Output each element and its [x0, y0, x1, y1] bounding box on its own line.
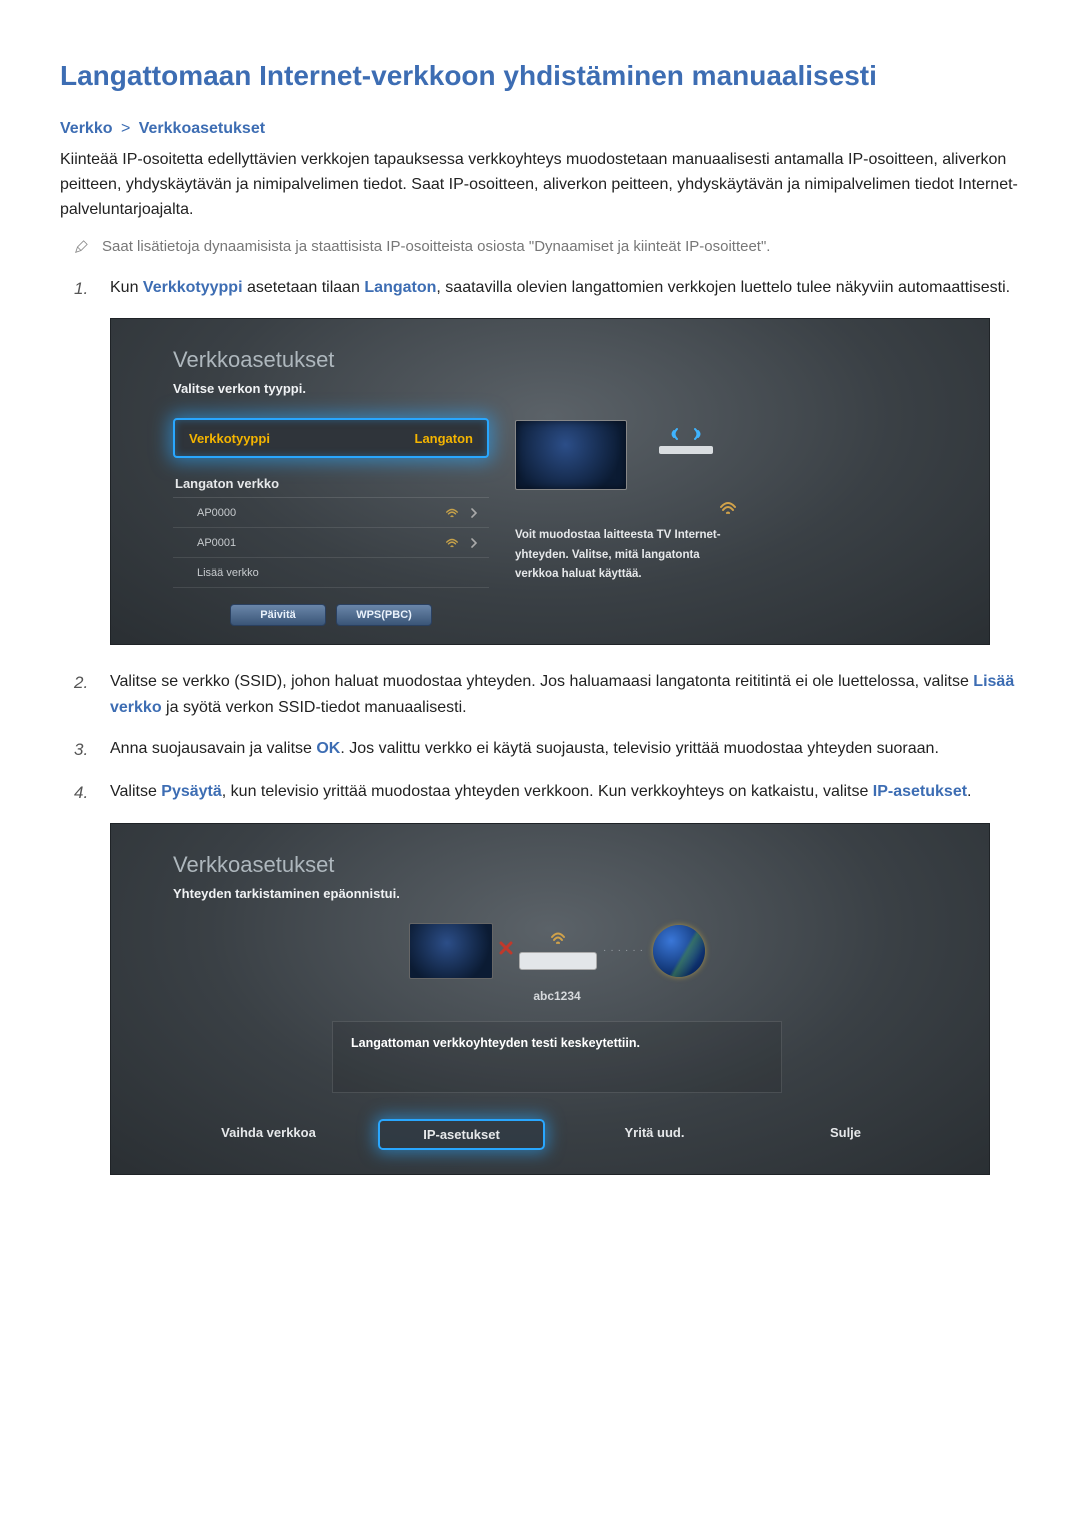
step-3-number: 3. — [74, 736, 92, 763]
connection-dots: ······ — [603, 945, 647, 956]
chevron-right-icon — [469, 538, 479, 548]
panel2-title: Verkkoasetukset — [173, 852, 941, 878]
network-settings-panel-2: Verkkoasetukset Yhteyden tarkistaminen e… — [110, 823, 990, 1175]
change-network-button[interactable]: Vaihda verkkoa — [187, 1119, 350, 1150]
access-point-list: AP0000 AP0001 Lisää — [173, 497, 489, 588]
breadcrumb-a[interactable]: Verkko — [60, 120, 112, 137]
breadcrumb-separator: > — [121, 120, 130, 137]
step-1-text-a: Kun — [110, 279, 143, 296]
step-2: 2. Valitse se verkko (SSID), johon halua… — [74, 669, 1020, 720]
wifi-base-icon — [515, 500, 941, 516]
close-button[interactable]: Sulje — [764, 1119, 927, 1150]
x-fail-icon — [499, 941, 513, 960]
page-title: Langattomaan Internet-verkkoon yhdistämi… — [60, 60, 1020, 92]
panel2-button-row: Vaihda verkkoa IP-asetukset Yritä uud. S… — [173, 1119, 941, 1156]
ap-row-add-network[interactable]: Lisää verkko — [173, 558, 489, 588]
panel2-subtitle: Yhteyden tarkistaminen epäonnistui. — [173, 886, 941, 901]
ssid-label: abc1234 — [173, 989, 941, 1003]
wifi-icon — [445, 536, 459, 550]
monitor-illustration — [515, 420, 627, 490]
panel1-title: Verkkoasetukset — [173, 347, 941, 373]
tv-icon — [409, 923, 493, 979]
wireless-list-label: Langaton verkko — [175, 476, 489, 491]
kw-ip-asetukset: IP-asetukset — [873, 783, 967, 800]
chevron-right-icon — [469, 508, 479, 518]
step-4-text-a: Valitse — [110, 783, 161, 800]
router-wifi-icon — [550, 931, 566, 950]
breadcrumb: Verkko > Verkkoasetukset — [60, 120, 1020, 138]
breadcrumb-b[interactable]: Verkkoasetukset — [139, 120, 265, 137]
panel1-subtitle: Valitse verkon tyyppi. — [173, 381, 941, 396]
step-4-text-b: , kun televisio yrittää muodostaa yhteyd… — [222, 783, 873, 800]
globe-icon — [653, 925, 705, 977]
router-icon — [519, 952, 597, 970]
step-4: 4. Valitse Pysäytä, kun televisio yrittä… — [74, 779, 1020, 806]
error-message-box: Langattoman verkkoyhteyden testi keskeyt… — [332, 1021, 782, 1093]
step-1-text-b: asetetaan tilaan — [243, 279, 365, 296]
step-4-text-c: . — [967, 783, 971, 800]
kw-verkkotyyppi: Verkkotyyppi — [143, 279, 243, 296]
refresh-button[interactable]: Päivitä — [230, 604, 326, 626]
step-2-text-b: ja syötä verkon SSID-tiedot manuaalisest… — [162, 699, 467, 716]
kw-pysayta: Pysäytä — [161, 783, 222, 800]
kw-langaton: Langaton — [364, 279, 436, 296]
ip-settings-button[interactable]: IP-asetukset — [378, 1119, 545, 1150]
intro-paragraph: Kiinteää IP-osoitetta edellyttävien verk… — [60, 148, 1020, 222]
pencil-icon — [74, 240, 88, 254]
network-type-dropdown[interactable]: Verkkotyyppi Langaton — [173, 418, 489, 458]
step-3: 3. Anna suojausavain ja valitse OK. Jos … — [74, 736, 1020, 763]
step-3-text-a: Anna suojausavain ja valitse — [110, 740, 316, 757]
dropdown-value: Langaton — [415, 431, 474, 446]
wave-right-icon — [690, 426, 706, 442]
ap-name: Lisää verkko — [197, 567, 259, 579]
wave-left-icon — [666, 426, 682, 442]
note-text: Saat lisätietoja dynaamisista ja staatti… — [102, 236, 770, 259]
ap-row-1[interactable]: AP0001 — [173, 528, 489, 558]
wifi-icon — [445, 506, 459, 520]
retry-button[interactable]: Yritä uud. — [573, 1119, 736, 1150]
router-illustration — [659, 426, 713, 454]
step-4-number: 4. — [74, 779, 92, 806]
step-1-number: 1. — [74, 275, 92, 302]
kw-ok: OK — [316, 740, 340, 757]
wps-pbc-button[interactable]: WPS(PBC) — [336, 604, 432, 626]
step-1-text-c: , saatavilla olevien langattomien verkko… — [436, 279, 1010, 296]
connection-diagram: ······ — [173, 923, 941, 979]
step-2-text-a: Valitse se verkko (SSID), johon haluat m… — [110, 673, 973, 690]
step-1: 1. Kun Verkkotyyppi asetetaan tilaan Lan… — [74, 275, 1020, 302]
ap-row-0[interactable]: AP0000 — [173, 498, 489, 528]
ap-name: AP0000 — [197, 507, 236, 519]
dropdown-label: Verkkotyyppi — [189, 431, 270, 446]
network-settings-panel-1: Verkkoasetukset Valitse verkon tyyppi. V… — [110, 318, 990, 645]
ap-name: AP0001 — [197, 537, 236, 549]
panel1-description: Voit muodostaa laitteesta TV Internet-yh… — [515, 526, 735, 585]
step-3-text-b: . Jos valittu verkko ei käytä suojausta,… — [340, 740, 939, 757]
step-2-number: 2. — [74, 669, 92, 720]
